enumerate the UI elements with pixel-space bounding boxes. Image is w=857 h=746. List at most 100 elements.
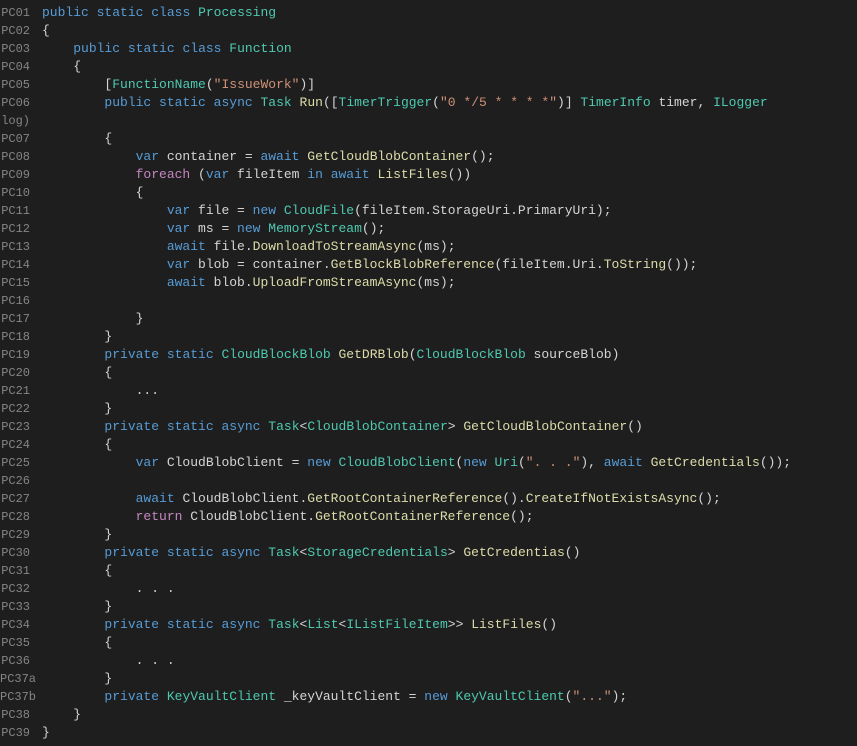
line-number: PC36 bbox=[0, 652, 38, 670]
token-plain: (); bbox=[471, 149, 494, 164]
token-plain bbox=[42, 41, 73, 56]
token-plain: > bbox=[448, 419, 464, 434]
line-content: } bbox=[38, 706, 857, 724]
line-number: PC34 bbox=[0, 616, 38, 634]
token-kw: class bbox=[182, 41, 221, 56]
code-line: PC24 { bbox=[0, 436, 857, 454]
token-fn: GetCloudBlobContainer bbox=[307, 149, 471, 164]
token-plain: ([ bbox=[323, 95, 339, 110]
token-kw: async bbox=[221, 617, 260, 632]
line-number: PC10 bbox=[0, 184, 38, 202]
token-plain: CloudBlobClient = bbox=[159, 455, 307, 470]
line-content: await file.DownloadToStreamAsync(ms); bbox=[38, 238, 857, 256]
token-plain: blob. bbox=[206, 275, 253, 290]
line-number: PC04 bbox=[0, 58, 38, 76]
token-plain: ()); bbox=[666, 257, 697, 272]
token-plain: { bbox=[42, 59, 81, 74]
token-kw: public bbox=[42, 5, 89, 20]
token-kw: var bbox=[136, 149, 159, 164]
token-type: FunctionName bbox=[112, 77, 206, 92]
line-number: PC30 bbox=[0, 544, 38, 562]
token-type: Processing bbox=[198, 5, 276, 20]
code-line: PC30 private static async Task<StorageCr… bbox=[0, 544, 857, 562]
line-number: PC21 bbox=[0, 382, 38, 400]
line-number: PC08 bbox=[0, 148, 38, 166]
token-kw: new bbox=[307, 455, 330, 470]
token-plain: () bbox=[627, 419, 643, 434]
token-plain: ( bbox=[206, 77, 214, 92]
line-number: PC29 bbox=[0, 526, 38, 544]
token-plain bbox=[253, 95, 261, 110]
line-content: . . . bbox=[38, 580, 857, 598]
token-fn: ListFiles bbox=[378, 167, 448, 182]
line-content: { bbox=[38, 130, 857, 148]
line-content: return CloudBlobClient.GetRootContainerR… bbox=[38, 508, 857, 526]
line-number: PC39 bbox=[0, 724, 38, 742]
line-content: } bbox=[38, 310, 857, 328]
line-content: public static class Function bbox=[38, 40, 857, 58]
line-number: PC06 bbox=[0, 94, 38, 112]
line-content: [FunctionName("IssueWork")] bbox=[38, 76, 857, 94]
token-kw: var bbox=[167, 203, 190, 218]
line-content: } bbox=[38, 670, 857, 688]
token-plain bbox=[42, 149, 136, 164]
line-content: private static async Task<CloudBlobConta… bbox=[38, 418, 857, 436]
token-kw: public bbox=[104, 95, 151, 110]
line-number: PC35 bbox=[0, 634, 38, 652]
line-content: { bbox=[38, 634, 857, 652]
token-type: Uri bbox=[495, 455, 518, 470]
line-number: PC24 bbox=[0, 436, 38, 454]
token-plain: { bbox=[42, 437, 112, 452]
token-kw: private bbox=[104, 347, 159, 362]
line-number: PC37a bbox=[0, 670, 38, 688]
token-plain bbox=[89, 5, 97, 20]
token-plain bbox=[151, 95, 159, 110]
token-plain bbox=[42, 221, 167, 236]
code-line: PC10 { bbox=[0, 184, 857, 202]
token-plain: } bbox=[42, 401, 112, 416]
token-plain bbox=[42, 509, 136, 524]
line-content: . . . bbox=[38, 652, 857, 670]
token-type: Task bbox=[268, 545, 299, 560]
token-kw: var bbox=[167, 257, 190, 272]
token-fn: UploadFromStreamAsync bbox=[253, 275, 417, 290]
code-line: PC08 var container = await GetCloudBlobC… bbox=[0, 148, 857, 166]
line-number: PC05 bbox=[0, 76, 38, 94]
token-kw: in bbox=[307, 167, 323, 182]
code-line: PC36 . . . bbox=[0, 652, 857, 670]
code-line: PC12 var ms = new MemoryStream(); bbox=[0, 220, 857, 238]
token-plain bbox=[42, 491, 136, 506]
code-line: PC29 } bbox=[0, 526, 857, 544]
token-plain: . . . bbox=[42, 653, 175, 668]
token-plain: container = bbox=[159, 149, 260, 164]
token-plain: ( bbox=[518, 455, 526, 470]
line-number: PC01 bbox=[0, 4, 38, 22]
token-plain: { bbox=[42, 365, 112, 380]
token-plain: . . . bbox=[42, 581, 175, 596]
token-plain: file = bbox=[190, 203, 252, 218]
code-line: PC34 private static async Task<List<ILis… bbox=[0, 616, 857, 634]
token-plain: ( bbox=[190, 167, 206, 182]
token-fn: GetCloudBlobContainer bbox=[463, 419, 627, 434]
line-number: PC12 bbox=[0, 220, 38, 238]
line-number: PC14 bbox=[0, 256, 38, 274]
code-line: PC14 var blob = container.GetBlockBlobRe… bbox=[0, 256, 857, 274]
line-content: var CloudBlobClient = new CloudBlobClien… bbox=[38, 454, 857, 472]
code-line: PC16 bbox=[0, 292, 857, 310]
token-plain bbox=[42, 419, 104, 434]
token-plain bbox=[42, 617, 104, 632]
token-kw: private bbox=[104, 689, 159, 704]
code-line: PC20 { bbox=[0, 364, 857, 382]
line-number: PC15 bbox=[0, 274, 38, 292]
line-number: PC19 bbox=[0, 346, 38, 364]
code-line: PC27 await CloudBlobClient.GetRootContai… bbox=[0, 490, 857, 508]
line-number: PC33 bbox=[0, 598, 38, 616]
token-kw: static bbox=[128, 41, 175, 56]
token-plain: (); bbox=[510, 509, 533, 524]
token-kw: new bbox=[253, 203, 276, 218]
token-plain: ( bbox=[432, 95, 440, 110]
code-line: PC11 var file = new CloudFile(fileItem.S… bbox=[0, 202, 857, 220]
line-content: var blob = container.GetBlockBlobReferen… bbox=[38, 256, 857, 274]
line-content: { bbox=[38, 562, 857, 580]
code-line: PC13 await file.DownloadToStreamAsync(ms… bbox=[0, 238, 857, 256]
